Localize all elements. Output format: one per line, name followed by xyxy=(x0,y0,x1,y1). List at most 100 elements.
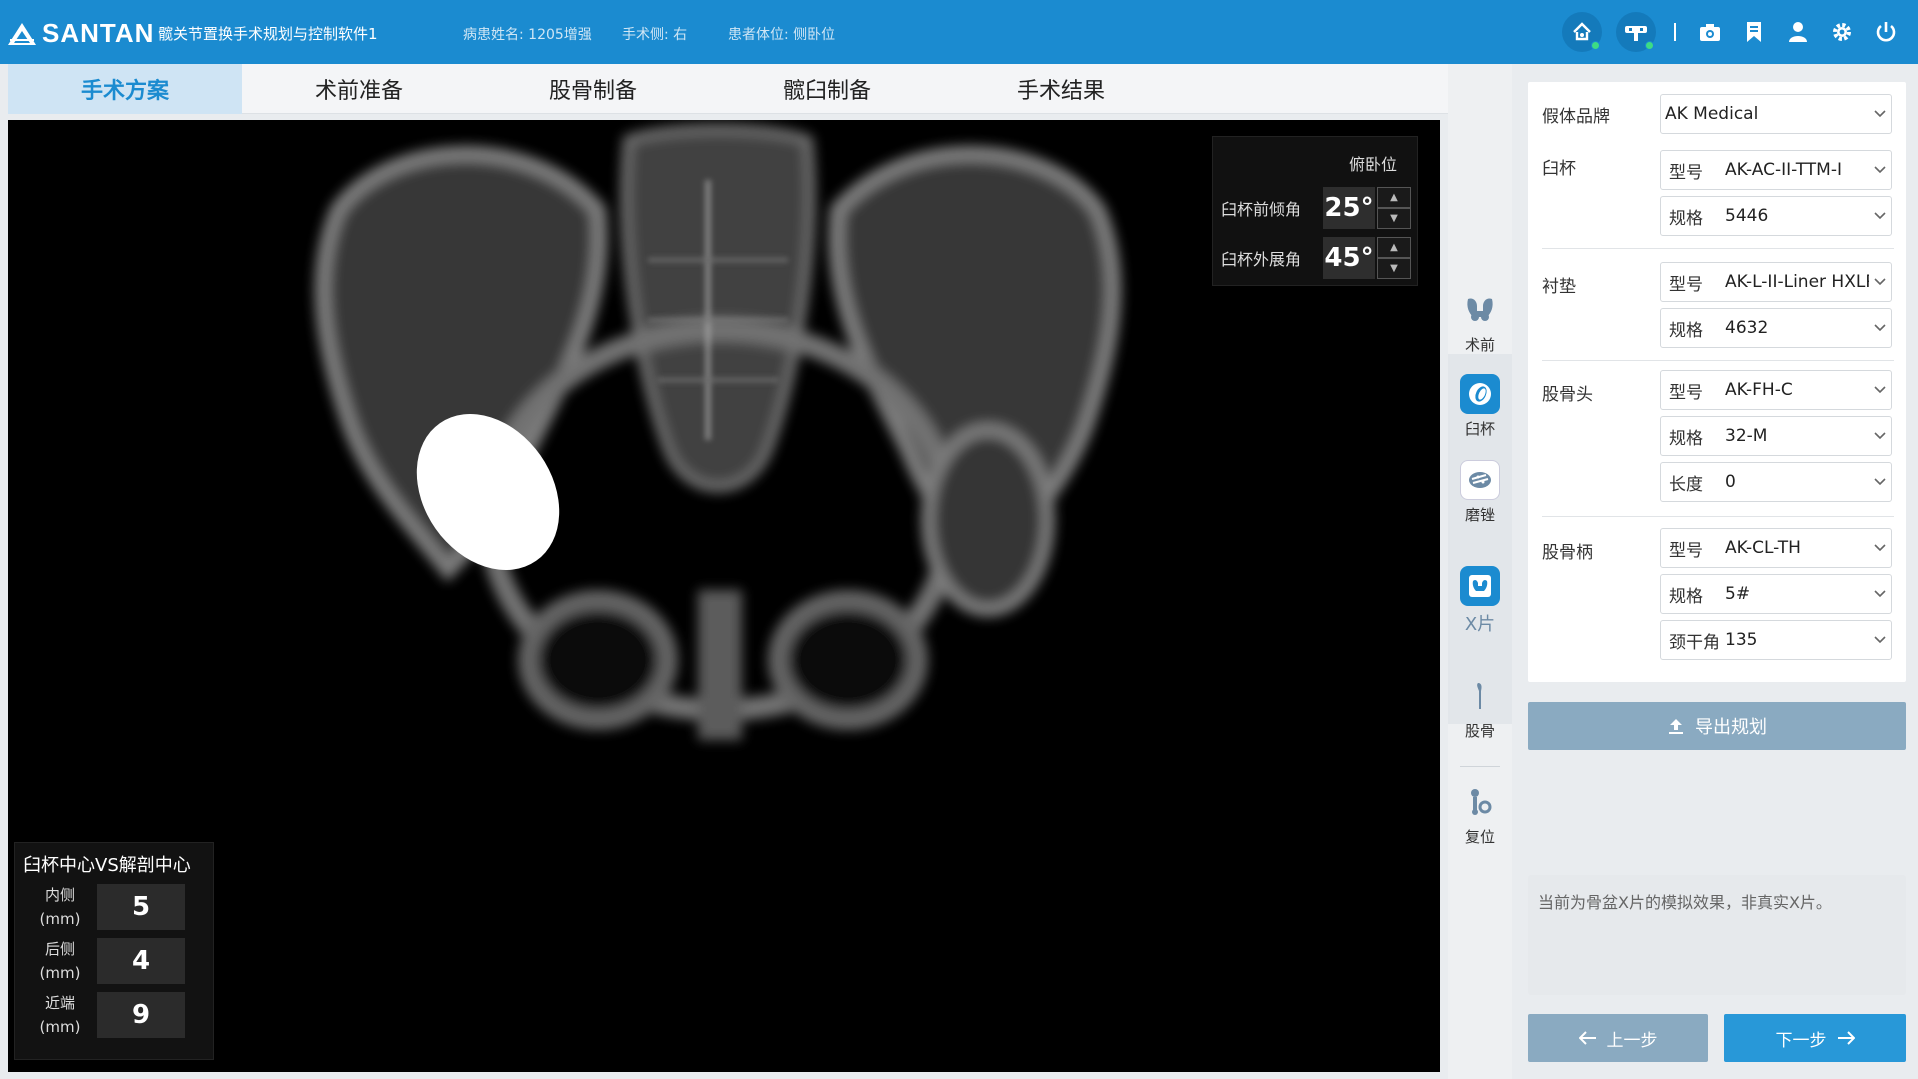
head-length-value: 0 xyxy=(1725,472,1736,492)
posterior-row: 后侧 (mm) 4 xyxy=(23,937,185,985)
logo: SANTAN xyxy=(8,18,154,49)
tab-surgery-result[interactable]: 手术结果 xyxy=(944,64,1178,114)
brand-label: 假体品牌 xyxy=(1542,107,1610,127)
anteversion-stepper: ▲ ▼ xyxy=(1377,187,1411,229)
head-size-label: 规格 xyxy=(1669,428,1703,449)
header-toolbar xyxy=(1548,12,1908,52)
status-dot xyxy=(1591,41,1600,50)
posterior-unit: (mm) xyxy=(39,964,81,982)
logo-icon xyxy=(8,22,36,45)
abduction-row: 臼杯外展角 45° ▲ ▼ xyxy=(1221,237,1411,279)
cup-size-select[interactable]: 规格 5446 xyxy=(1660,196,1892,236)
stem-size-value: 5# xyxy=(1725,584,1751,604)
stem-neck-label: 颈干角 xyxy=(1669,632,1720,653)
step-cup[interactable]: 臼杯 xyxy=(1448,374,1512,439)
step-femur[interactable]: 股骨 xyxy=(1448,676,1512,741)
xray-icon xyxy=(1460,566,1500,606)
head-size-select[interactable]: 规格 32-M xyxy=(1660,416,1892,456)
proximal-value: 9 xyxy=(97,992,185,1038)
chevron-down-icon xyxy=(1869,478,1891,486)
arrow-left-icon xyxy=(1578,1031,1596,1045)
tab-surgery-plan[interactable]: 手术方案 xyxy=(8,64,242,114)
medial-value: 5 xyxy=(97,884,185,930)
stem-size-select[interactable]: 规格 5# xyxy=(1660,574,1892,614)
step-reduction[interactable]: 复位 xyxy=(1448,782,1512,847)
brand-select[interactable]: AK Medical xyxy=(1660,94,1892,134)
export-plan-button[interactable]: 导出规划 xyxy=(1528,702,1906,750)
step-label: 股骨 xyxy=(1464,722,1495,740)
settings-icon[interactable] xyxy=(1830,20,1854,44)
divider xyxy=(1542,360,1894,361)
liner-size-select[interactable]: 规格 4632 xyxy=(1660,308,1892,348)
head-model-select[interactable]: 型号 AK-FH-C xyxy=(1660,370,1892,410)
tab-femur-prep[interactable]: 股骨制备 xyxy=(476,64,710,114)
chevron-up-icon[interactable]: ▲ xyxy=(1377,237,1411,258)
step-preop[interactable]: 术前 xyxy=(1448,290,1512,355)
abduction-stepper: ▲ ▼ xyxy=(1377,237,1411,279)
app-title: 髋关节置换手术规划与控制软件1 xyxy=(158,25,378,43)
simulation-notice: 当前为骨盆X片的模拟效果，非真实X片。 xyxy=(1528,875,1906,995)
position-label: 俯卧位 xyxy=(1348,155,1397,174)
stem-model-select[interactable]: 型号 AK-CL-TH xyxy=(1660,528,1892,568)
anteversion-value[interactable]: 25° xyxy=(1323,187,1375,229)
liner-label: 衬垫 xyxy=(1542,277,1576,297)
device-status-icon[interactable] xyxy=(1616,12,1656,52)
pelvis-icon xyxy=(1460,290,1500,330)
camera-icon[interactable] xyxy=(1698,20,1722,44)
chevron-down-icon xyxy=(1869,324,1891,332)
step-label: 复位 xyxy=(1464,828,1495,846)
step-xray[interactable]: X片 xyxy=(1448,566,1512,636)
proximal-row: 近端 (mm) 9 xyxy=(23,991,185,1039)
stem-neck-value: 135 xyxy=(1725,630,1758,650)
arrow-right-icon xyxy=(1837,1031,1855,1045)
stem-model-label: 型号 xyxy=(1669,540,1703,561)
tab-preop-prep[interactable]: 术前准备 xyxy=(242,64,476,114)
tab-acetabulum-prep[interactable]: 髋臼制备 xyxy=(710,64,944,114)
cup-size-value: 5446 xyxy=(1725,206,1769,226)
step-nav: 术前 臼杯 磨锉 X片 股骨 复位 xyxy=(1448,64,1512,1079)
liner-model-select[interactable]: 型号 AK-L-II-Liner HXLPE xyxy=(1660,262,1892,302)
abduction-label: 臼杯外展角 xyxy=(1221,250,1302,269)
patient-position: 患者体位: 侧卧位 xyxy=(728,27,836,43)
head-length-select[interactable]: 长度 0 xyxy=(1660,462,1892,502)
head-model-value: AK-FH-C xyxy=(1725,380,1793,400)
liner-size-label: 规格 xyxy=(1669,320,1703,341)
xray-viewport[interactable]: 俯卧位 臼杯前倾角 25° ▲ ▼ 臼杯外展角 45° ▲ ▼ 臼杯中心VS解剖… xyxy=(8,120,1440,1072)
abduction-value[interactable]: 45° xyxy=(1323,237,1375,279)
power-icon[interactable] xyxy=(1874,20,1898,44)
next-step-label: 下一步 xyxy=(1775,1030,1827,1051)
next-step-button[interactable]: 下一步 xyxy=(1724,1014,1906,1062)
bookmark-icon[interactable] xyxy=(1742,20,1766,44)
chevron-down-icon xyxy=(1869,166,1891,174)
head-label: 股骨头 xyxy=(1542,385,1593,405)
chevron-down-icon xyxy=(1869,432,1891,440)
chevron-down-icon xyxy=(1869,110,1891,118)
cup-size-label: 规格 xyxy=(1669,208,1703,229)
network-status-icon[interactable] xyxy=(1562,12,1602,52)
head-length-label: 长度 xyxy=(1669,474,1703,495)
user-icon[interactable] xyxy=(1786,20,1810,44)
reduction-icon xyxy=(1460,782,1500,822)
anteversion-row: 臼杯前倾角 25° ▲ ▼ xyxy=(1221,187,1411,229)
proximal-unit: (mm) xyxy=(39,1018,81,1036)
step-label: 术前 xyxy=(1464,336,1495,354)
implant-panel: 假体品牌 AK Medical 臼杯 型号 AK-AC-II-TTM-I 规格 … xyxy=(1528,82,1906,682)
upload-icon xyxy=(1669,719,1683,734)
export-label: 导出规划 xyxy=(1695,717,1767,738)
step-reamer[interactable]: 磨锉 xyxy=(1448,460,1512,525)
previous-step-button[interactable]: 上一步 xyxy=(1528,1014,1708,1062)
chevron-down-icon xyxy=(1869,590,1891,598)
brand-value: AK Medical xyxy=(1665,104,1759,124)
chevron-up-icon[interactable]: ▲ xyxy=(1377,187,1411,208)
main-tabs: 手术方案 术前准备 股骨制备 髋臼制备 手术结果 xyxy=(8,64,1448,114)
chevron-down-icon[interactable]: ▼ xyxy=(1377,208,1411,229)
top-bar: SANTAN 髋关节置换手术规划与控制软件1 病患姓名: 1205增强 手术侧:… xyxy=(0,0,1918,64)
chevron-down-icon[interactable]: ▼ xyxy=(1377,258,1411,279)
head-size-value: 32-M xyxy=(1725,426,1768,446)
femur-icon xyxy=(1460,676,1500,716)
anteversion-label: 臼杯前倾角 xyxy=(1221,200,1302,219)
stem-neck-select[interactable]: 颈干角 135 xyxy=(1660,620,1892,660)
step-label: 臼杯 xyxy=(1464,420,1495,438)
cup-model-select[interactable]: 型号 AK-AC-II-TTM-I xyxy=(1660,150,1892,190)
surgery-side: 手术侧: 右 xyxy=(622,27,688,43)
